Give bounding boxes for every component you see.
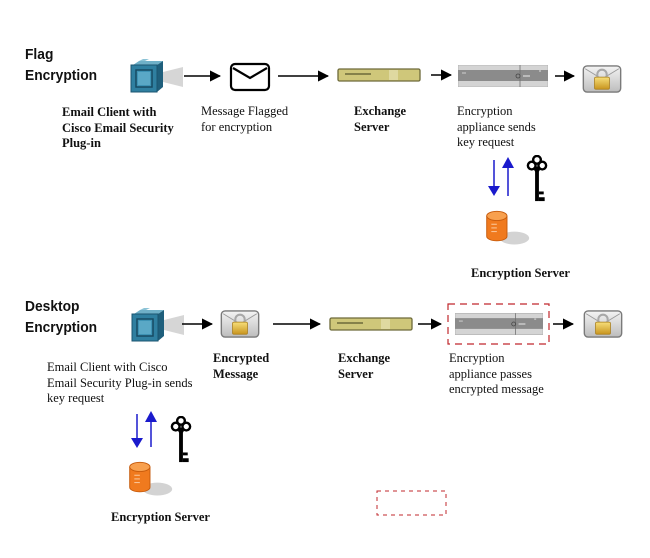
encrypted-envelope-icon [220, 310, 260, 338]
encryption-server-icon [126, 459, 174, 497]
encryption-appliance-icon [455, 313, 543, 335]
arrow-head-up [145, 411, 157, 422]
arrow-head-down [131, 438, 143, 448]
encryption-server-label: Encryption Server [111, 510, 210, 524]
node-label-encrypted-message: Encrypted Message [213, 351, 269, 382]
node-label-exchange-server: Exchange Server [338, 351, 390, 382]
flow-arrows-row-2 [131, 303, 575, 516]
label-line: encrypted message [449, 382, 544, 396]
legend-highlight-box [376, 490, 447, 516]
encrypted-envelope-icon [583, 310, 623, 338]
label-line: Message [213, 366, 259, 381]
exchange-server-icon [328, 317, 414, 331]
label-line: Server [338, 366, 374, 381]
label-line: Encrypted [213, 351, 270, 365]
key-icon [170, 416, 192, 464]
label-line: appliance passes [449, 366, 532, 381]
label-line: Exchange [338, 351, 391, 365]
node-label-encryption-appliance: Encryption appliance passes encrypted me… [449, 351, 544, 398]
label-line: Encryption [449, 351, 505, 365]
